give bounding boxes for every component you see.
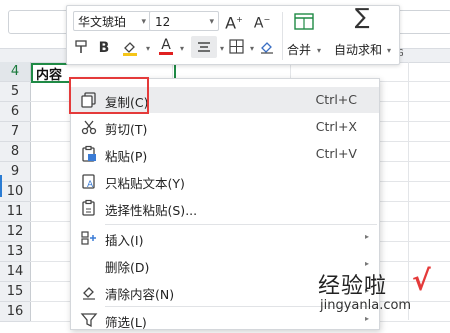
- row-header[interactable]: 8: [0, 142, 31, 162]
- menu-item-label: 剪切(T): [105, 122, 148, 137]
- autosum-button[interactable]: ∑: [350, 7, 374, 29]
- highlight-annotation: [69, 77, 149, 114]
- menu-item-insert[interactable]: 插入(I) ▸: [71, 225, 379, 251]
- bold-icon: B: [98, 40, 110, 56]
- menu-item-label: 选择性粘贴(S)...: [105, 203, 198, 218]
- sigma-icon: ∑: [354, 5, 370, 30]
- insert-icon: [81, 231, 96, 245]
- row-header[interactable]: 7: [0, 122, 31, 142]
- borders-icon: [228, 39, 244, 54]
- eraser-icon: [261, 42, 273, 54]
- paste-text-icon: A: [82, 174, 95, 190]
- menu-item-label: 清除内容(N): [105, 287, 175, 302]
- font-size-select[interactable]: 12 ▾: [149, 11, 219, 31]
- filter-icon: [80, 313, 98, 328]
- align-center-icon: [198, 42, 210, 52]
- chevron-down-icon[interactable]: ▾: [247, 40, 257, 58]
- menu-item-cut[interactable]: 剪切(T) Ctrl+X: [71, 114, 379, 140]
- row-header[interactable]: 14: [0, 262, 31, 282]
- row-header[interactable]: 11: [0, 202, 31, 222]
- cell-value: 内容: [36, 68, 63, 83]
- row-header[interactable]: 16: [0, 302, 31, 322]
- chevron-right-icon: ▸: [364, 259, 369, 268]
- fill-color-icon: [123, 42, 137, 56]
- row-header[interactable]: 12: [0, 222, 31, 242]
- bold-button[interactable]: B: [95, 39, 113, 57]
- chevron-down-icon: ▾: [141, 17, 146, 27]
- menu-item-paste[interactable]: 粘贴(P) Ctrl+V: [71, 141, 379, 167]
- menu-item-shortcut: Ctrl+C: [315, 92, 357, 107]
- row-header[interactable]: 15: [0, 282, 31, 302]
- chevron-down-icon[interactable]: ▾: [177, 40, 187, 58]
- merge-button[interactable]: [291, 12, 317, 37]
- row-header[interactable]: 9: [0, 162, 31, 182]
- row-header[interactable]: 13: [0, 242, 31, 262]
- font-color-icon: A: [161, 37, 171, 53]
- autosum-label[interactable]: 自动求和: [334, 41, 382, 58]
- paste-special-icon: [82, 199, 95, 216]
- font-name-value: 华文琥珀: [78, 15, 127, 29]
- merge-label[interactable]: 合并: [287, 41, 311, 58]
- merge-cells-icon: [294, 13, 314, 30]
- menu-item-label: 删除(D): [105, 260, 150, 275]
- menu-item-paste-text[interactable]: A 只粘贴文本(Y): [71, 168, 379, 194]
- format-painter-button[interactable]: [73, 40, 91, 59]
- clear-icon: [83, 287, 95, 300]
- shrink-font-icon: A: [253, 15, 264, 32]
- row-header[interactable]: 4: [0, 62, 31, 82]
- grow-font-icon: A: [225, 13, 237, 33]
- toolbar-divider: [282, 12, 283, 60]
- grow-font-button[interactable]: A+: [223, 11, 245, 32]
- checkmark-icon: √: [412, 264, 431, 297]
- shrink-font-button[interactable]: A−: [251, 11, 273, 33]
- watermark-text: 经验啦: [318, 274, 388, 299]
- mini-toolbar: 华文琥珀 ▾ 12 ▾ A+ A− B ▾ A ▾ ▾ ▾ 合并 ▾ ∑ 自动求…: [66, 5, 400, 65]
- chevron-right-icon: ▸: [364, 232, 369, 241]
- menu-item-label: 插入(I): [105, 233, 144, 248]
- cut-icon: [81, 120, 97, 135]
- format-painter-icon: [75, 40, 87, 53]
- row-indicator: [0, 175, 2, 197]
- align-button[interactable]: [191, 36, 217, 58]
- svg-text:A: A: [87, 180, 94, 190]
- menu-item-label: 只粘贴文本(Y): [105, 176, 185, 191]
- menu-item-label: 筛选(L): [105, 315, 147, 330]
- row-header[interactable]: 10: [0, 182, 31, 202]
- menu-item-label: 粘贴(P): [105, 149, 148, 164]
- clear-format-button[interactable]: [257, 39, 277, 60]
- menu-item-shortcut: Ctrl+V: [315, 146, 357, 161]
- watermark: 经验啦 √ jingyanla.com: [310, 264, 450, 320]
- font-color-button[interactable]: A: [157, 38, 175, 55]
- row-header[interactable]: 6: [0, 102, 31, 122]
- borders-button[interactable]: [227, 39, 245, 59]
- chevron-down-icon[interactable]: ▾: [314, 42, 324, 60]
- chevron-down-icon[interactable]: ▾: [143, 40, 153, 58]
- fill-color-button[interactable]: [119, 39, 141, 62]
- row-header[interactable]: 5: [0, 82, 31, 102]
- paste-icon: [82, 145, 96, 162]
- font-size-value: 12: [155, 15, 171, 29]
- menu-item-shortcut: Ctrl+X: [315, 119, 357, 134]
- chevron-down-icon[interactable]: ▾: [384, 42, 394, 60]
- menu-item-paste-special[interactable]: 选择性粘贴(S)...: [71, 195, 379, 221]
- chevron-down-icon[interactable]: ▾: [217, 40, 227, 58]
- chevron-down-icon: ▾: [209, 17, 214, 27]
- font-name-select[interactable]: 华文琥珀 ▾: [73, 11, 151, 31]
- watermark-url: jingyanla.com: [320, 298, 412, 313]
